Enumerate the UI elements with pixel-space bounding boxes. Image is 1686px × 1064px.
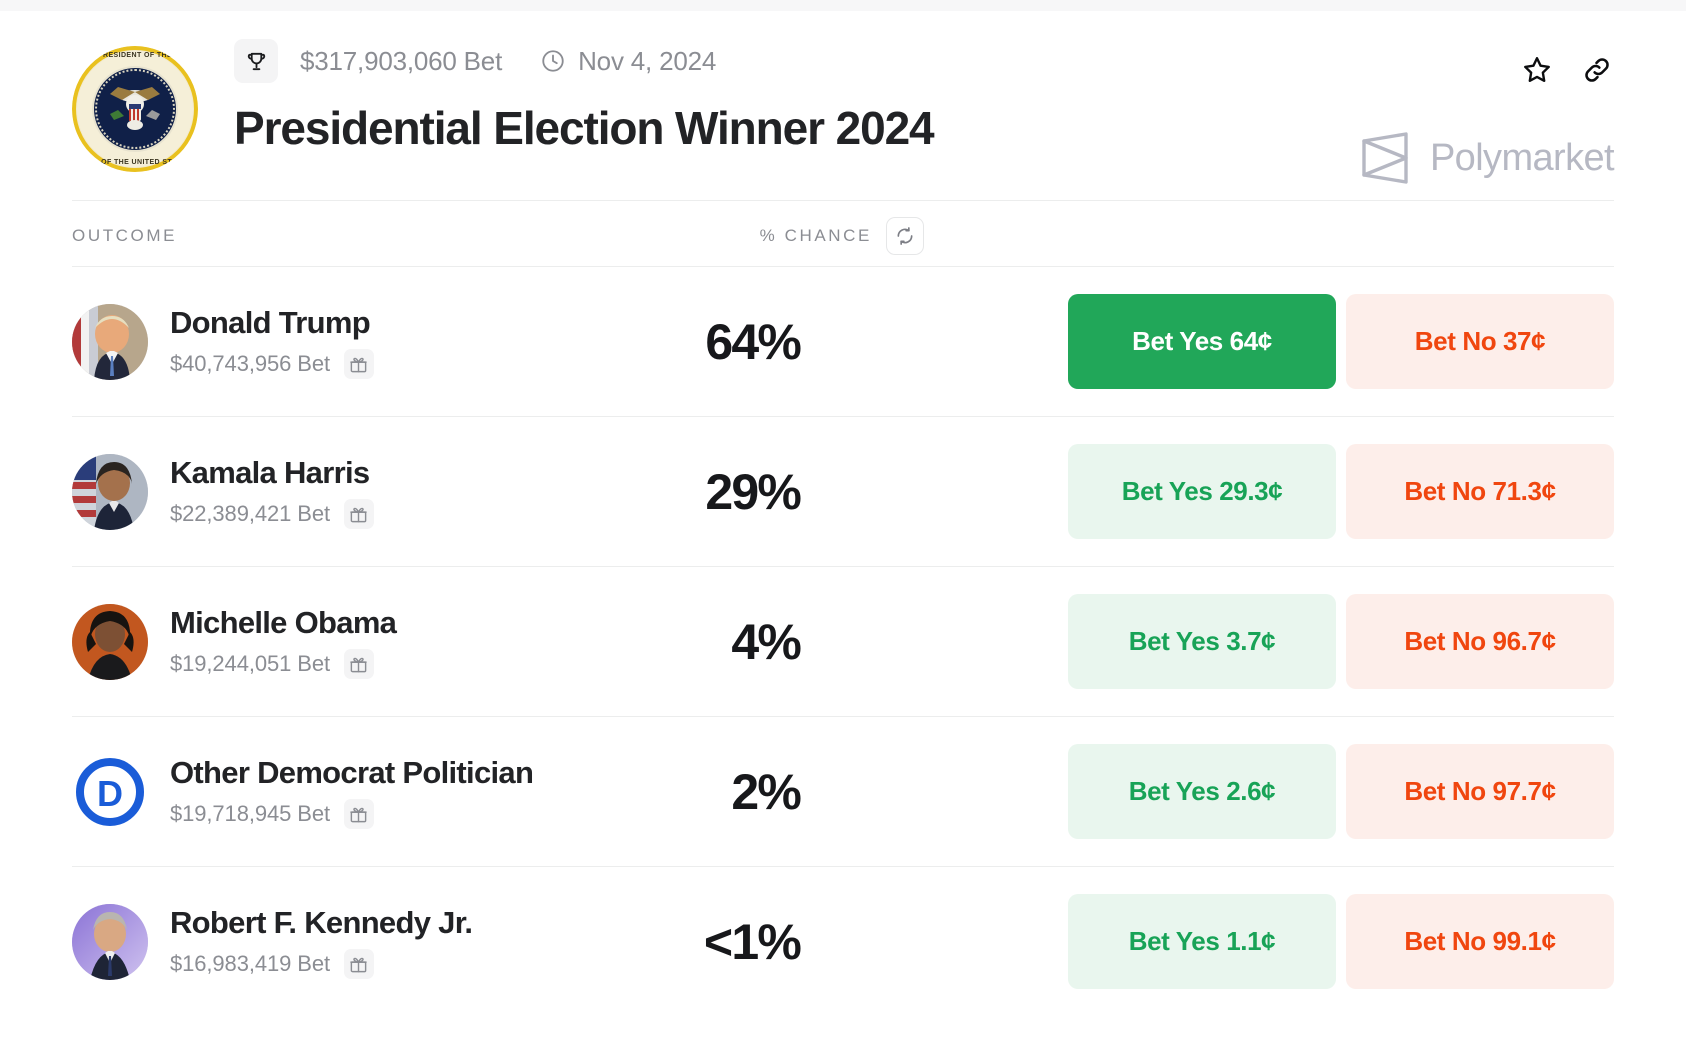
market-date-wrap: Nov 4, 2024	[540, 46, 716, 77]
eagle-emblem-icon	[110, 87, 160, 130]
outcome-bet-volume: $19,244,051 Bet	[170, 651, 330, 677]
chance-percent: <1%	[703, 913, 802, 970]
bet-actions: Bet Yes 3.7¢ Bet No 96.7¢	[1068, 594, 1614, 689]
chance-percent: 64%	[705, 313, 801, 370]
bet-yes-button[interactable]: Bet Yes 3.7¢	[1068, 594, 1336, 689]
kamala-harris-avatar	[72, 453, 148, 530]
column-header-outcome: OUTCOME	[72, 225, 178, 245]
bet-actions: Bet Yes 64¢ Bet No 37¢	[1068, 294, 1614, 389]
bet-no-button[interactable]: Bet No 96.7¢	[1346, 594, 1614, 689]
outcome-text: Donald Trump $40,743,956 Bet	[170, 304, 374, 380]
chance-cell: 64%	[705, 313, 1068, 371]
header-actions	[1520, 53, 1614, 87]
star-icon[interactable]	[1520, 53, 1554, 87]
table-row[interactable]: Kamala Harris $22,389,421 Bet 29% Bet Yes 2…	[72, 416, 1614, 566]
donald-trump-avatar	[72, 303, 148, 380]
outcome-cell: D Other Democrat Politician $19,718,945 Be…	[72, 753, 731, 830]
chance-percent: 4%	[731, 613, 801, 670]
table-row[interactable]: Robert F. Kennedy Jr. $16,983,419 Bet <1% B…	[72, 866, 1614, 1016]
gift-icon[interactable]	[343, 649, 374, 680]
outcome-bet-volume: $22,389,421 Bet	[170, 501, 330, 527]
brand-name: Polymarket	[1429, 136, 1615, 179]
outcome-bet-volume: $19,718,945 Bet	[170, 801, 330, 827]
seal-top-text: PRESIDENT OF THE	[97, 52, 173, 59]
gift-icon[interactable]	[343, 949, 374, 980]
outcome-bet-volume: $16,983,419 Bet	[170, 951, 330, 977]
outcome-name: Michelle Obama	[170, 604, 397, 640]
clock-icon	[542, 50, 564, 72]
bet-actions: Bet Yes 29.3¢ Bet No 71.3¢	[1068, 444, 1614, 539]
chance-cell: <1%	[704, 913, 1068, 971]
outcome-cell: Robert F. Kennedy Jr. $16,983,419 Bet	[72, 903, 704, 980]
outcome-text: Michelle Obama $19,244,051 Bet	[170, 604, 397, 680]
table-row[interactable]: Donald Trump $40,743,956 Bet 64% Bet Yes 64…	[72, 266, 1614, 416]
chance-cell: 29%	[705, 463, 1068, 521]
chance-percent: 29%	[705, 463, 801, 520]
democratic-party-logo: D	[72, 753, 148, 830]
outcome-subrow: $40,743,956 Bet	[170, 349, 374, 380]
outcome-name: Other Democrat Politician	[170, 754, 534, 790]
outcome-cell: Kamala Harris $22,389,421 Bet	[72, 453, 705, 530]
chance-cell: 2%	[731, 763, 1068, 821]
bet-yes-button[interactable]: Bet Yes 1.1¢	[1068, 894, 1336, 989]
table-row[interactable]: D Other Democrat Politician $19,718,945 Be…	[72, 716, 1614, 866]
column-header-chance: % CHANCE	[759, 225, 872, 245]
outcome-cell: Michelle Obama $19,244,051 Bet	[72, 603, 731, 680]
link-icon[interactable]	[1580, 53, 1614, 87]
outcomes-table: Donald Trump $40,743,956 Bet 64% Bet Yes 64…	[72, 266, 1614, 1016]
polymarket-logo-icon	[1362, 132, 1408, 184]
market-end-date: Nov 4, 2024	[578, 45, 717, 76]
outcome-subrow: $19,244,051 Bet	[170, 649, 396, 680]
outcome-bet-volume: $40,743,956 Bet	[170, 351, 330, 377]
market-volume: $317,903,060 Bet	[300, 45, 503, 76]
seal-bottom-text: SEAL OF THE UNITED STATES	[78, 159, 192, 166]
bet-yes-button[interactable]: Bet Yes 64¢	[1068, 294, 1336, 389]
bet-actions: Bet Yes 1.1¢ Bet No 99.1¢	[1068, 894, 1614, 989]
outcome-text: Other Democrat Politician $19,718,945 Bet	[170, 754, 534, 830]
refresh-icon[interactable]	[886, 216, 924, 255]
bet-yes-button[interactable]: Bet Yes 2.6¢	[1068, 744, 1336, 839]
bet-no-button[interactable]: Bet No 99.1¢	[1346, 894, 1614, 989]
brand-attribution: Polymarket	[1360, 131, 1615, 185]
gift-icon[interactable]	[343, 349, 374, 380]
outcome-subrow: $19,718,945 Bet	[170, 799, 533, 830]
table-row[interactable]: Michelle Obama $19,244,051 Bet 4% Bet Yes 3…	[72, 566, 1614, 716]
bet-no-button[interactable]: Bet No 97.7¢	[1346, 744, 1614, 839]
bet-actions: Bet Yes 2.6¢ Bet No 97.7¢	[1068, 744, 1614, 839]
gift-icon[interactable]	[343, 499, 374, 530]
outcome-text: Kamala Harris $22,389,421 Bet	[170, 454, 374, 530]
polymarket-market-card-page: PRESIDENT OF THE SEAL OF THE UNITED STAT…	[0, 0, 1686, 1064]
gift-icon[interactable]	[343, 799, 374, 830]
page-top-edge	[0, 0, 1686, 11]
outcome-name: Kamala Harris	[170, 454, 370, 490]
outcome-subrow: $22,389,421 Bet	[170, 499, 374, 530]
chance-cell: 4%	[731, 613, 1068, 671]
bet-no-button[interactable]: Bet No 71.3¢	[1346, 444, 1614, 539]
presidential-seal-icon: PRESIDENT OF THE SEAL OF THE UNITED STAT…	[72, 46, 198, 172]
market-card: PRESIDENT OF THE SEAL OF THE UNITED STAT…	[0, 11, 1686, 1016]
outcome-subrow: $16,983,419 Bet	[170, 949, 472, 980]
table-column-headers: OUTCOME % CHANCE	[72, 200, 1614, 266]
trophy-icon	[234, 39, 278, 83]
market-meta-row: $317,903,060 Bet Nov 4, 2024	[234, 39, 1614, 83]
chance-percent: 2%	[731, 763, 801, 820]
michelle-obama-avatar	[72, 603, 148, 680]
outcome-text: Robert F. Kennedy Jr. $16,983,419 Bet	[170, 904, 473, 980]
outcome-name: Robert F. Kennedy Jr.	[170, 904, 473, 940]
outcome-name: Donald Trump	[170, 304, 371, 340]
bet-yes-button[interactable]: Bet Yes 29.3¢	[1068, 444, 1336, 539]
bet-no-button[interactable]: Bet No 37¢	[1346, 294, 1614, 389]
market-header: PRESIDENT OF THE SEAL OF THE UNITED STAT…	[72, 11, 1615, 200]
column-header-chance-wrap: % CHANCE	[732, 216, 1614, 255]
robert-f-kennedy-jr-avatar	[72, 903, 148, 980]
svg-text:D: D	[97, 773, 123, 814]
outcome-cell: Donald Trump $40,743,956 Bet	[72, 303, 705, 380]
